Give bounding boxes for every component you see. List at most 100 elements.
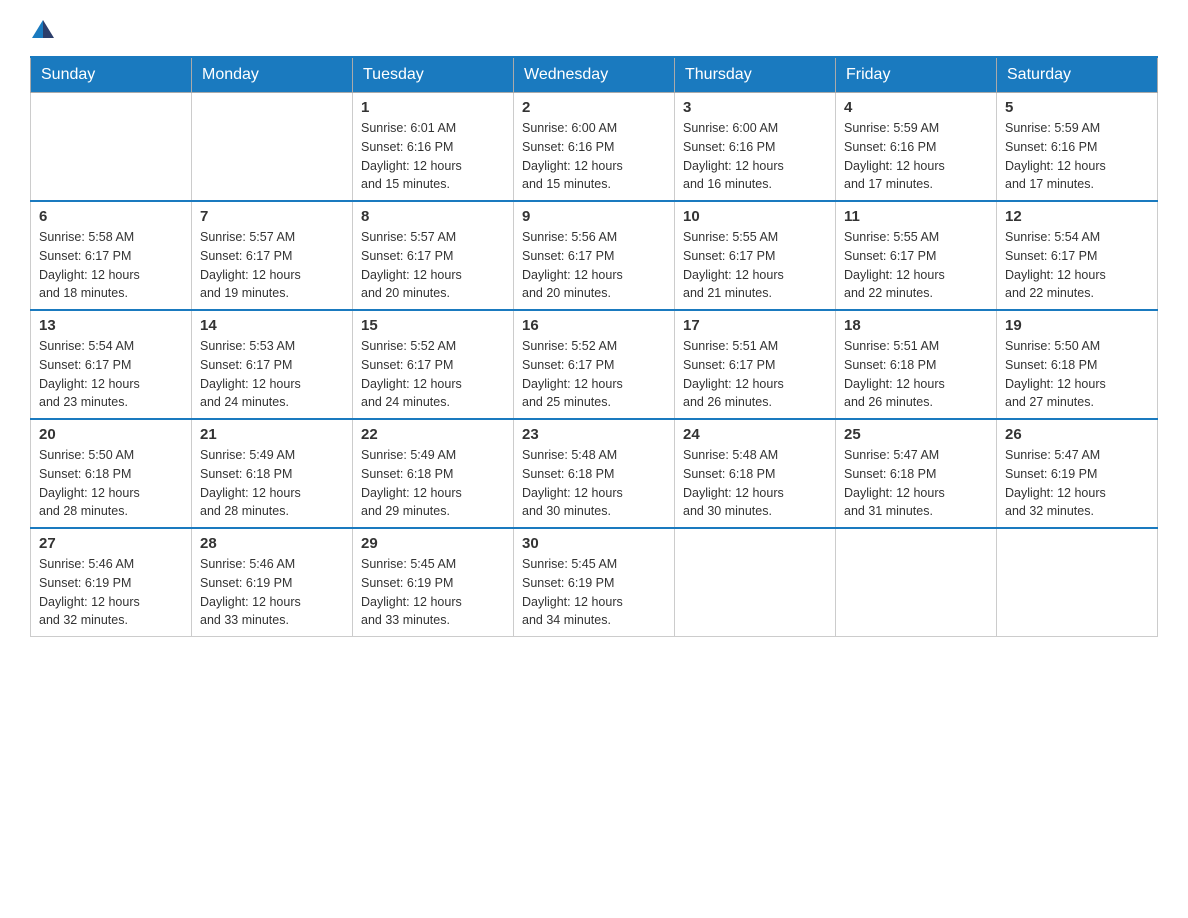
day-number: 11 [844, 208, 988, 225]
day-number: 25 [844, 426, 988, 443]
calendar-cell: 26 Sunrise: 5:47 AM Sunset: 6:19 PM Dayli… [997, 419, 1158, 528]
day-number: 24 [683, 426, 827, 443]
day-number: 2 [522, 99, 666, 116]
day-number: 9 [522, 208, 666, 225]
day-info: Sunrise: 5:47 AM Sunset: 6:19 PM Dayligh… [1005, 446, 1149, 521]
weekday-header-wednesday: Wednesday [514, 57, 675, 93]
calendar-cell: 22Sunrise: 5:49 AM Sunset: 6:18 PM Dayli… [353, 419, 514, 528]
day-number: 5 [1005, 99, 1149, 116]
calendar-cell [675, 528, 836, 637]
day-info: Sunrise: 5:50 AM Sunset: 6:18 PM Dayligh… [1005, 337, 1149, 412]
calendar-cell: 4 Sunrise: 5:59 AM Sunset: 6:16 PM Daylig… [836, 93, 997, 202]
calendar-cell: 20 Sunrise: 5:50 AM Sunset: 6:18 PM Dayli… [31, 419, 192, 528]
calendar-cell: 24 Sunrise: 5:48 AM Sunset: 6:18 PM Dayli… [675, 419, 836, 528]
day-number: 30 [522, 535, 666, 552]
calendar-cell: 17 Sunrise: 5:51 AM Sunset: 6:17 PM Dayli… [675, 310, 836, 419]
calendar-cell: 13 Sunrise: 5:54 AM Sunset: 6:17 PM Dayli… [31, 310, 192, 419]
calendar-cell: 9Sunrise: 5:56 AM Sunset: 6:17 PM Daylig… [514, 201, 675, 310]
day-number: 10 [683, 208, 827, 225]
day-info: Sunrise: 5:49 AM Sunset: 6:18 PM Dayligh… [200, 446, 344, 521]
calendar-cell: 15 Sunrise: 5:52 AM Sunset: 6:17 PM Dayli… [353, 310, 514, 419]
calendar-cell: 5 Sunrise: 5:59 AM Sunset: 6:16 PM Daylig… [997, 93, 1158, 202]
day-info: Sunrise: 5:45 AM Sunset: 6:19 PM Dayligh… [522, 555, 666, 630]
calendar-cell: 19 Sunrise: 5:50 AM Sunset: 6:18 PM Dayli… [997, 310, 1158, 419]
day-info: Sunrise: 5:57 AM Sunset: 6:17 PM Dayligh… [361, 228, 505, 303]
calendar-week-row-2: 6 Sunrise: 5:58 AM Sunset: 6:17 PM Daylig… [31, 201, 1158, 310]
calendar-cell [192, 93, 353, 202]
weekday-header-sunday: Sunday [31, 57, 192, 93]
day-info: Sunrise: 6:00 AM Sunset: 6:16 PM Dayligh… [683, 119, 827, 194]
day-number: 21 [200, 426, 344, 443]
calendar-cell: 7 Sunrise: 5:57 AM Sunset: 6:17 PM Daylig… [192, 201, 353, 310]
weekday-header-tuesday: Tuesday [353, 57, 514, 93]
day-info: Sunrise: 5:51 AM Sunset: 6:17 PM Dayligh… [683, 337, 827, 412]
logo [30, 20, 54, 40]
calendar-week-row-1: 1 Sunrise: 6:01 AM Sunset: 6:16 PM Daylig… [31, 93, 1158, 202]
day-number: 15 [361, 317, 505, 334]
day-number: 8 [361, 208, 505, 225]
calendar-cell: 30 Sunrise: 5:45 AM Sunset: 6:19 PM Dayli… [514, 528, 675, 637]
day-number: 27 [39, 535, 183, 552]
day-info: Sunrise: 6:01 AM Sunset: 6:16 PM Dayligh… [361, 119, 505, 194]
day-number: 6 [39, 208, 183, 225]
day-info: Sunrise: 5:52 AM Sunset: 6:17 PM Dayligh… [522, 337, 666, 412]
calendar-table: SundayMondayTuesdayWednesdayThursdayFrid… [30, 56, 1158, 637]
day-info: Sunrise: 5:54 AM Sunset: 6:17 PM Dayligh… [39, 337, 183, 412]
day-number: 1 [361, 99, 505, 116]
calendar-cell [997, 528, 1158, 637]
weekday-header-monday: Monday [192, 57, 353, 93]
day-info: Sunrise: 5:50 AM Sunset: 6:18 PM Dayligh… [39, 446, 183, 521]
calendar-week-row-4: 20 Sunrise: 5:50 AM Sunset: 6:18 PM Dayli… [31, 419, 1158, 528]
calendar-cell [836, 528, 997, 637]
day-info: Sunrise: 5:48 AM Sunset: 6:18 PM Dayligh… [683, 446, 827, 521]
calendar-cell: 1 Sunrise: 6:01 AM Sunset: 6:16 PM Daylig… [353, 93, 514, 202]
logo-triangle-right [43, 20, 54, 38]
day-info: Sunrise: 5:59 AM Sunset: 6:16 PM Dayligh… [844, 119, 988, 194]
weekday-header-thursday: Thursday [675, 57, 836, 93]
day-info: Sunrise: 5:57 AM Sunset: 6:17 PM Dayligh… [200, 228, 344, 303]
day-number: 12 [1005, 208, 1149, 225]
calendar-cell: 21 Sunrise: 5:49 AM Sunset: 6:18 PM Dayli… [192, 419, 353, 528]
day-number: 19 [1005, 317, 1149, 334]
day-number: 17 [683, 317, 827, 334]
day-number: 26 [1005, 426, 1149, 443]
day-info: Sunrise: 5:48 AM Sunset: 6:18 PM Dayligh… [522, 446, 666, 521]
calendar-cell: 3Sunrise: 6:00 AM Sunset: 6:16 PM Daylig… [675, 93, 836, 202]
day-info: Sunrise: 5:52 AM Sunset: 6:17 PM Dayligh… [361, 337, 505, 412]
day-number: 4 [844, 99, 988, 116]
day-number: 23 [522, 426, 666, 443]
calendar-cell: 2 Sunrise: 6:00 AM Sunset: 6:16 PM Daylig… [514, 93, 675, 202]
day-info: Sunrise: 5:47 AM Sunset: 6:18 PM Dayligh… [844, 446, 988, 521]
day-number: 16 [522, 317, 666, 334]
calendar-cell: 10 Sunrise: 5:55 AM Sunset: 6:17 PM Dayli… [675, 201, 836, 310]
calendar-cell: 23 Sunrise: 5:48 AM Sunset: 6:18 PM Dayli… [514, 419, 675, 528]
day-info: Sunrise: 5:49 AM Sunset: 6:18 PM Dayligh… [361, 446, 505, 521]
calendar-cell: 18Sunrise: 5:51 AM Sunset: 6:18 PM Dayli… [836, 310, 997, 419]
day-number: 7 [200, 208, 344, 225]
calendar-cell: 11 Sunrise: 5:55 AM Sunset: 6:17 PM Dayli… [836, 201, 997, 310]
weekday-header-row: SundayMondayTuesdayWednesdayThursdayFrid… [31, 57, 1158, 93]
day-info: Sunrise: 5:45 AM Sunset: 6:19 PM Dayligh… [361, 555, 505, 630]
calendar-cell: 6 Sunrise: 5:58 AM Sunset: 6:17 PM Daylig… [31, 201, 192, 310]
calendar-cell: 8 Sunrise: 5:57 AM Sunset: 6:17 PM Daylig… [353, 201, 514, 310]
calendar-week-row-3: 13 Sunrise: 5:54 AM Sunset: 6:17 PM Dayli… [31, 310, 1158, 419]
day-number: 14 [200, 317, 344, 334]
day-number: 18 [844, 317, 988, 334]
day-info: Sunrise: 5:46 AM Sunset: 6:19 PM Dayligh… [39, 555, 183, 630]
day-number: 20 [39, 426, 183, 443]
calendar-cell: 28 Sunrise: 5:46 AM Sunset: 6:19 PM Dayli… [192, 528, 353, 637]
day-info: Sunrise: 5:55 AM Sunset: 6:17 PM Dayligh… [844, 228, 988, 303]
day-info: Sunrise: 6:00 AM Sunset: 6:16 PM Dayligh… [522, 119, 666, 194]
calendar-cell: 12Sunrise: 5:54 AM Sunset: 6:17 PM Dayli… [997, 201, 1158, 310]
day-info: Sunrise: 5:59 AM Sunset: 6:16 PM Dayligh… [1005, 119, 1149, 194]
day-number: 13 [39, 317, 183, 334]
day-info: Sunrise: 5:46 AM Sunset: 6:19 PM Dayligh… [200, 555, 344, 630]
calendar-week-row-5: 27 Sunrise: 5:46 AM Sunset: 6:19 PM Dayli… [31, 528, 1158, 637]
day-number: 29 [361, 535, 505, 552]
calendar-cell: 16 Sunrise: 5:52 AM Sunset: 6:17 PM Dayli… [514, 310, 675, 419]
calendar-cell: 14Sunrise: 5:53 AM Sunset: 6:17 PM Dayli… [192, 310, 353, 419]
day-info: Sunrise: 5:55 AM Sunset: 6:17 PM Dayligh… [683, 228, 827, 303]
calendar-cell: 27 Sunrise: 5:46 AM Sunset: 6:19 PM Dayli… [31, 528, 192, 637]
day-number: 28 [200, 535, 344, 552]
day-info: Sunrise: 5:58 AM Sunset: 6:17 PM Dayligh… [39, 228, 183, 303]
